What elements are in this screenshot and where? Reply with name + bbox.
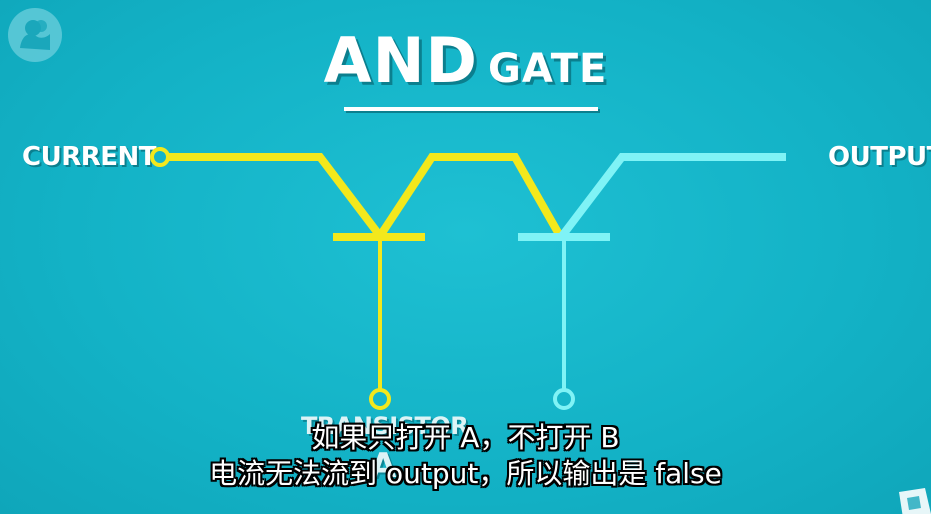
transistor-a-collector-wire	[376, 153, 564, 239]
output-wire	[558, 153, 786, 239]
video-frame: ANDGATE CURRENT OUTPUT TRANSISTOR A 如果只打…	[0, 0, 931, 514]
watermark-corner-icon	[899, 488, 931, 514]
transistor-a	[150, 147, 564, 410]
subtitle-line-1: 如果只打开 A，不打开 B	[311, 421, 620, 454]
subtitle-line-2: 电流无法流到 output，所以输出是 false	[209, 457, 722, 490]
subtitle-box: 如果只打开 A，不打开 B 电流无法流到 output，所以输出是 false	[0, 420, 931, 492]
transistor-a-gate-terminal	[369, 388, 391, 410]
current-wire	[168, 153, 384, 239]
transistor-b-gate-terminal	[553, 388, 575, 410]
transistor-b	[518, 153, 786, 410]
current-input-terminal	[150, 147, 170, 167]
